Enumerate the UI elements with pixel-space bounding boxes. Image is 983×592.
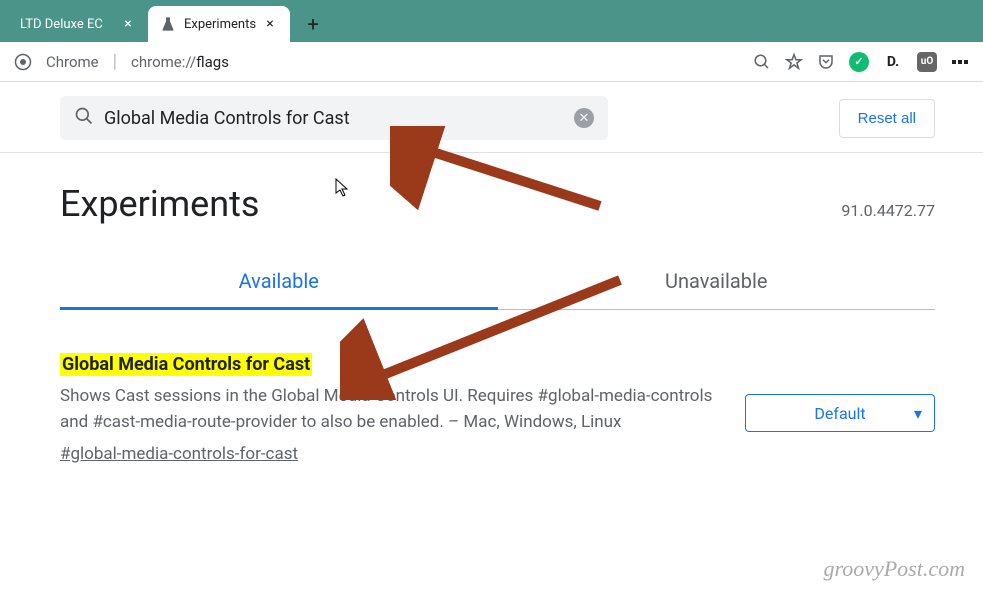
tab-title: Experiments bbox=[184, 17, 256, 32]
flag-anchor-link[interactable]: #global-media-controls-for-cast bbox=[60, 444, 298, 464]
extension-icon[interactable]: D. bbox=[883, 52, 903, 72]
flag-item: Global Media Controls for Cast Shows Cas… bbox=[0, 310, 983, 464]
clear-icon[interactable]: ✕ bbox=[574, 108, 594, 128]
tab-title: LTD Deluxe EC bbox=[20, 17, 114, 32]
extension-icon[interactable]: ✓ bbox=[849, 52, 869, 72]
zoom-icon[interactable] bbox=[753, 53, 771, 71]
menu-icon[interactable] bbox=[951, 53, 969, 71]
page-title: Experiments bbox=[60, 183, 259, 225]
search-icon bbox=[74, 106, 94, 130]
address-bar: Chrome | chrome://flags ✓ D. uO bbox=[0, 42, 983, 82]
tab-available[interactable]: Available bbox=[60, 255, 498, 310]
flag-description: Shows Cast sessions in the Global Media … bbox=[60, 383, 715, 436]
close-icon[interactable]: × bbox=[120, 16, 136, 32]
watermark: groovyPost.com bbox=[823, 556, 965, 582]
chrome-icon bbox=[14, 53, 32, 71]
close-icon[interactable]: × bbox=[262, 16, 278, 32]
search-row: Global Media Controls for Cast ✕ Reset a… bbox=[0, 82, 983, 153]
page-header: Experiments 91.0.4472.77 bbox=[0, 153, 983, 245]
search-value: Global Media Controls for Cast bbox=[104, 108, 574, 129]
flask-icon bbox=[160, 16, 176, 32]
pocket-icon[interactable] bbox=[817, 53, 835, 71]
browser-tab-active[interactable]: Experiments × bbox=[148, 6, 290, 42]
page-content: Global Media Controls for Cast ✕ Reset a… bbox=[0, 82, 983, 464]
flag-control: Default bbox=[745, 354, 935, 464]
tab-unavailable[interactable]: Unavailable bbox=[498, 255, 936, 309]
address-scheme-label: Chrome bbox=[46, 53, 99, 71]
flag-text: Global Media Controls for Cast Shows Cas… bbox=[60, 354, 715, 464]
star-icon[interactable] bbox=[785, 53, 803, 71]
address-url[interactable]: chrome://flags bbox=[131, 53, 229, 71]
version-label: 91.0.4472.77 bbox=[841, 201, 935, 220]
reset-all-button[interactable]: Reset all bbox=[839, 99, 935, 138]
browser-tab-inactive[interactable]: LTD Deluxe EC × bbox=[8, 6, 148, 42]
flag-select[interactable]: Default bbox=[745, 394, 935, 432]
extension-icon[interactable]: uO bbox=[917, 52, 937, 72]
search-input[interactable]: Global Media Controls for Cast ✕ bbox=[60, 96, 608, 140]
browser-tab-strip: LTD Deluxe EC × Experiments × + bbox=[0, 0, 983, 42]
tabs-row: Available Unavailable bbox=[60, 255, 935, 310]
new-tab-button[interactable]: + bbox=[298, 9, 328, 39]
address-separator: | bbox=[113, 51, 117, 72]
flag-title: Global Media Controls for Cast bbox=[60, 353, 312, 376]
